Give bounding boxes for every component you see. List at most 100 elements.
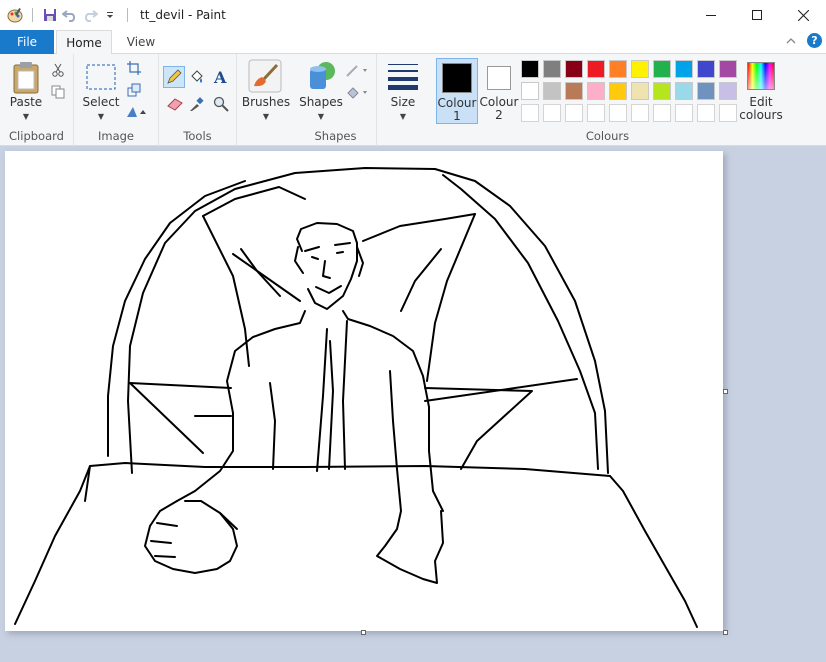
svg-text:A: A	[213, 69, 227, 85]
window-title: tt_devil - Paint	[140, 8, 226, 22]
drawing-canvas[interactable]	[5, 151, 723, 631]
edit-colours-button[interactable]: Edit colours	[739, 60, 783, 126]
colour2-button[interactable]: Colour 2	[479, 58, 521, 124]
devil-sketch	[14, 167, 698, 628]
palette-swatch[interactable]	[675, 104, 693, 122]
colour1-swatch	[442, 63, 472, 93]
palette-swatch[interactable]	[609, 60, 627, 78]
palette-swatch[interactable]	[719, 60, 737, 78]
palette-swatch[interactable]	[587, 60, 605, 78]
brushes-button[interactable]: Brushes	[239, 96, 293, 109]
palette-swatch[interactable]	[543, 60, 561, 78]
palette-swatch[interactable]	[675, 60, 693, 78]
shapes-icon[interactable]	[303, 58, 339, 94]
tools-group: A Tools	[159, 54, 237, 146]
palette-swatch[interactable]	[631, 60, 649, 78]
palette-swatch[interactable]	[587, 104, 605, 122]
outline-icon[interactable]	[345, 60, 371, 80]
palette-swatch[interactable]	[521, 104, 539, 122]
tab-view[interactable]: View	[116, 30, 166, 54]
shapes-dropdown-icon[interactable]: ▼	[297, 110, 345, 123]
size-icon[interactable]	[386, 60, 420, 92]
rotate-icon[interactable]	[124, 102, 150, 122]
select-dropdown-icon[interactable]: ▼	[78, 110, 124, 123]
pencil-icon[interactable]	[163, 66, 185, 88]
resize-handle-corner[interactable]	[723, 630, 728, 635]
colour2-label-line2: 2	[495, 108, 503, 122]
paste-button[interactable]: Paste	[4, 96, 48, 109]
size-button[interactable]: Size	[377, 96, 429, 109]
colours-group-label: Colours	[585, 129, 630, 143]
copy-icon[interactable]	[48, 82, 68, 102]
text-icon[interactable]: A	[211, 67, 231, 87]
shapes-group: Shapes ▼ Shapes	[295, 54, 377, 146]
colour1-label-line2: 1	[453, 109, 461, 123]
quick-access-toolbar	[0, 0, 134, 30]
undo-icon[interactable]	[61, 6, 79, 24]
customize-dropdown-icon[interactable]	[101, 6, 119, 24]
select-button[interactable]: Select	[78, 96, 124, 109]
maximize-button[interactable]	[734, 0, 780, 30]
collapse-ribbon-icon[interactable]	[785, 36, 797, 46]
resize-icon[interactable]	[124, 80, 144, 100]
colour-palette	[521, 60, 741, 126]
edit-colours-line2: colours	[739, 108, 783, 122]
minimize-button[interactable]	[688, 0, 734, 30]
separator	[32, 8, 33, 22]
magnifier-icon[interactable]	[211, 94, 231, 114]
palette-swatch[interactable]	[697, 104, 715, 122]
brushes-dropdown-icon[interactable]: ▼	[239, 110, 293, 123]
paint-app-icon[interactable]	[6, 6, 24, 24]
palette-swatch[interactable]	[521, 82, 539, 100]
fill-shape-icon[interactable]	[345, 82, 371, 102]
palette-swatch[interactable]	[543, 104, 561, 122]
palette-swatch[interactable]	[653, 60, 671, 78]
clipboard-group: Paste ▼ Clipboard	[0, 54, 74, 146]
separator	[127, 8, 128, 22]
workspace	[0, 146, 826, 662]
crop-icon[interactable]	[124, 58, 144, 78]
palette-swatch[interactable]	[675, 82, 693, 100]
palette-swatch[interactable]	[697, 60, 715, 78]
paste-dropdown-icon[interactable]: ▼	[4, 110, 48, 123]
colour1-button[interactable]: Colour 1	[436, 58, 478, 124]
colour2-swatch	[487, 66, 511, 90]
palette-swatch[interactable]	[609, 82, 627, 100]
palette-swatch[interactable]	[587, 82, 605, 100]
brushes-icon[interactable]	[247, 58, 283, 94]
clipboard-group-label: Clipboard	[9, 129, 64, 143]
tools-group-label: Tools	[183, 129, 212, 143]
help-icon[interactable]: ?	[807, 33, 822, 48]
palette-swatch[interactable]	[631, 104, 649, 122]
colour-picker-icon[interactable]	[187, 94, 207, 114]
fill-icon[interactable]	[187, 67, 207, 87]
palette-swatch[interactable]	[543, 82, 561, 100]
shapes-group-label: Shapes	[314, 129, 357, 143]
close-button[interactable]	[780, 0, 826, 30]
shapes-button[interactable]: Shapes	[297, 96, 345, 109]
select-icon[interactable]	[84, 63, 118, 91]
palette-swatch[interactable]	[697, 82, 715, 100]
eraser-icon[interactable]	[165, 94, 185, 114]
image-group: Select ▼ Image	[74, 54, 159, 146]
tab-file[interactable]: File	[0, 30, 54, 54]
palette-swatch[interactable]	[653, 82, 671, 100]
ribbon-right-controls: ?	[785, 33, 822, 48]
cut-icon[interactable]	[48, 60, 68, 80]
size-dropdown-icon[interactable]: ▼	[377, 110, 429, 123]
palette-swatch[interactable]	[565, 82, 583, 100]
tab-home[interactable]: Home	[56, 30, 112, 55]
palette-swatch[interactable]	[609, 104, 627, 122]
palette-swatch[interactable]	[521, 60, 539, 78]
image-group-label: Image	[97, 129, 135, 143]
palette-swatch[interactable]	[565, 104, 583, 122]
redo-icon[interactable]	[81, 6, 99, 24]
palette-swatch[interactable]	[653, 104, 671, 122]
palette-swatch[interactable]	[631, 82, 649, 100]
save-icon[interactable]	[41, 6, 59, 24]
paste-icon[interactable]	[8, 60, 44, 96]
palette-swatch[interactable]	[565, 60, 583, 78]
resize-handle-bottom[interactable]	[361, 630, 366, 635]
resize-handle-right[interactable]	[723, 389, 728, 394]
size-group: Size ▼	[377, 54, 429, 146]
